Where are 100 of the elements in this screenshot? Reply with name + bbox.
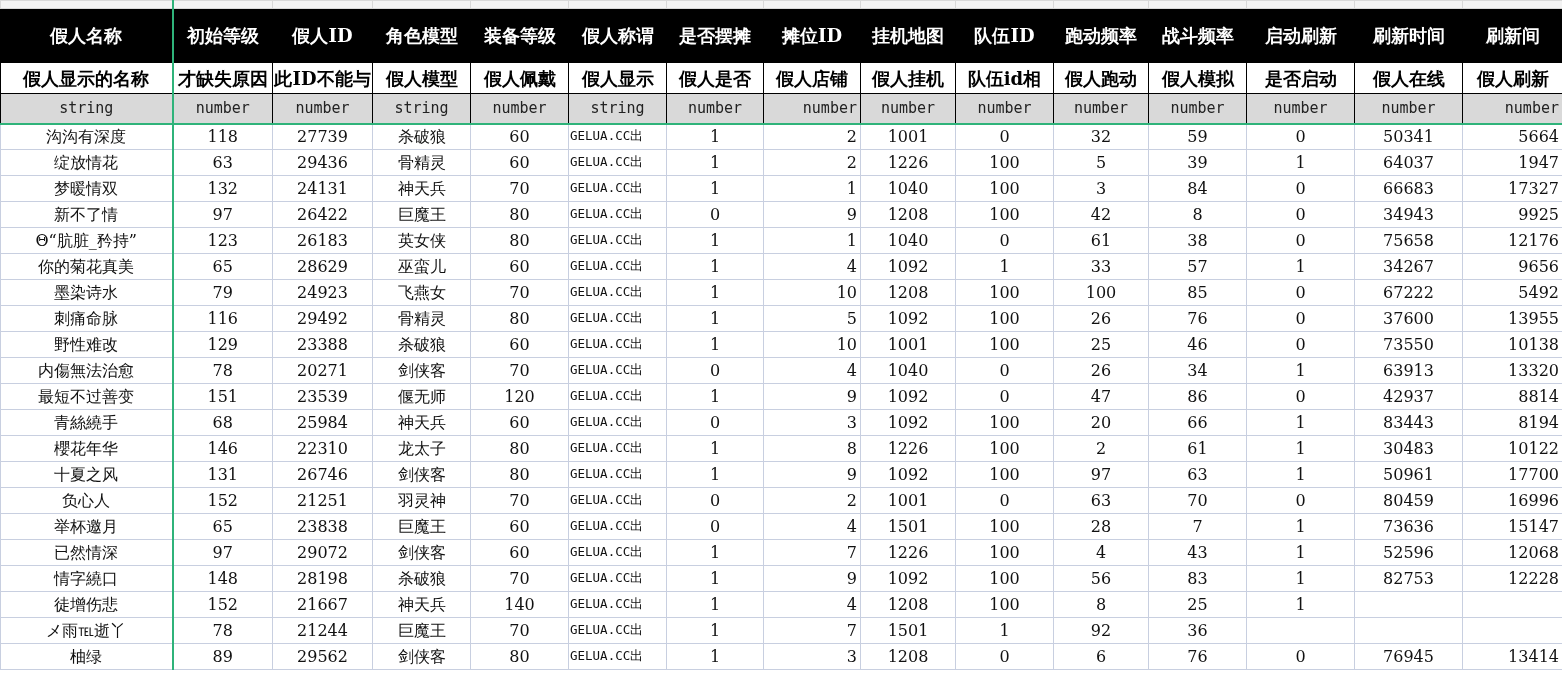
table-cell: 80 [470,435,569,462]
table-cell: 1001 [860,123,956,150]
column-description: 假人挂机 [860,62,956,94]
table-cell: GELUA.CC出 [568,591,667,618]
table-cell: 9 [763,461,861,488]
table-cell: 28 [1053,513,1149,540]
table-cell: 70 [470,357,569,384]
table-cell: 63 [172,149,273,176]
table-cell: 46 [1148,331,1247,358]
table-cell: 23539 [272,383,373,410]
table-cell: 29492 [272,305,373,332]
table-cell: 1 [666,435,764,462]
column-type: number [172,93,273,124]
table-cell: 2 [1053,435,1149,462]
column-description: 假人模型 [372,62,471,94]
table-cell: 66 [1148,409,1247,436]
table-cell: GELUA.CC出 [568,175,667,202]
table-cell: 刺痛命脉 [0,305,173,332]
table-cell: 23388 [272,331,373,358]
table-cell: 66683 [1354,175,1463,202]
table-cell: 杀破狼 [372,123,471,150]
table-cell: 80 [470,227,569,254]
table-cell: 30483 [1354,435,1463,462]
column-header: 摊位ID [763,8,861,63]
table-cell: 25 [1053,331,1149,358]
table-cell: 1 [666,279,764,306]
table-cell: 26183 [272,227,373,254]
table-cell: 80 [470,461,569,488]
table-cell: 26422 [272,201,373,228]
table-cell: 剑侠客 [372,461,471,488]
table-cell: 97 [172,539,273,566]
table-cell: 1208 [860,643,956,670]
table-cell: 7 [763,539,861,566]
table-cell: 29072 [272,539,373,566]
table-cell: 132 [172,175,273,202]
table-cell: 148 [172,565,273,592]
table-cell: 100 [955,435,1054,462]
table-cell: 0 [955,123,1054,150]
table-cell: 100 [955,539,1054,566]
table-cell: 100 [955,305,1054,332]
column-description: 假人显示 [568,62,667,94]
table-cell: 152 [172,591,273,618]
table-cell: 65 [172,253,273,280]
table-cell: 32 [1053,123,1149,150]
table-cell: 1 [666,617,764,644]
table-cell: 1 [763,175,861,202]
column-description: 假人在线 [1354,62,1463,94]
table-cell: 100 [1053,279,1149,306]
table-cell: 34943 [1354,201,1463,228]
table-cell: 巨魔王 [372,513,471,540]
column-type: number [470,93,569,124]
table-cell: 52596 [1354,539,1463,566]
table-cell: 39 [1148,149,1247,176]
table-cell: GELUA.CC出 [568,201,667,228]
table-cell: GELUA.CC出 [568,461,667,488]
table-cell: 70 [470,487,569,514]
column-type: number [1246,93,1355,124]
table-cell: 1 [666,383,764,410]
table-cell: 65 [172,513,273,540]
table-cell: 36 [1148,617,1247,644]
table-cell: 70 [470,565,569,592]
table-cell: メ雨℡逝丫 [0,617,173,644]
table-cell: GELUA.CC出 [568,227,667,254]
table-cell: 1 [666,305,764,332]
table-cell: GELUA.CC出 [568,305,667,332]
table-cell: 57 [1148,253,1247,280]
table-cell: 83443 [1354,409,1463,436]
table-cell: 偃无师 [372,383,471,410]
table-cell: 柚绿 [0,643,173,670]
table-cell: 70 [470,279,569,306]
table-cell: GELUA.CC出 [568,409,667,436]
table-cell: 9 [763,565,861,592]
table-cell: 神天兵 [372,591,471,618]
table-cell: 60 [470,539,569,566]
table-cell: 79 [172,279,273,306]
column-header: 刷新间 [1462,8,1562,63]
table-cell: 1001 [860,487,956,514]
table-cell: 0 [1246,201,1355,228]
table-cell: 1 [1246,461,1355,488]
table-cell: 4 [763,591,861,618]
table-cell: 1208 [860,279,956,306]
table-cell: 123 [172,227,273,254]
table-cell: 举杯邀月 [0,513,173,540]
table-cell: 0 [955,227,1054,254]
table-cell: 1 [1246,591,1355,618]
column-description: 假人佩戴 [470,62,569,94]
table-cell: 0 [1246,279,1355,306]
table-cell: GELUA.CC出 [568,539,667,566]
table-cell: 43 [1148,539,1247,566]
column-type: number [666,93,764,124]
table-cell: 100 [955,591,1054,618]
table-cell: 2 [763,487,861,514]
table-cell: 80 [470,305,569,332]
table-cell: 1208 [860,201,956,228]
table-cell: 新不了情 [0,201,173,228]
table-cell: 1 [666,253,764,280]
table-cell: 73636 [1354,513,1463,540]
table-cell: 2 [763,123,861,150]
table-cell: 23838 [272,513,373,540]
table-cell: 巫蛮儿 [372,253,471,280]
